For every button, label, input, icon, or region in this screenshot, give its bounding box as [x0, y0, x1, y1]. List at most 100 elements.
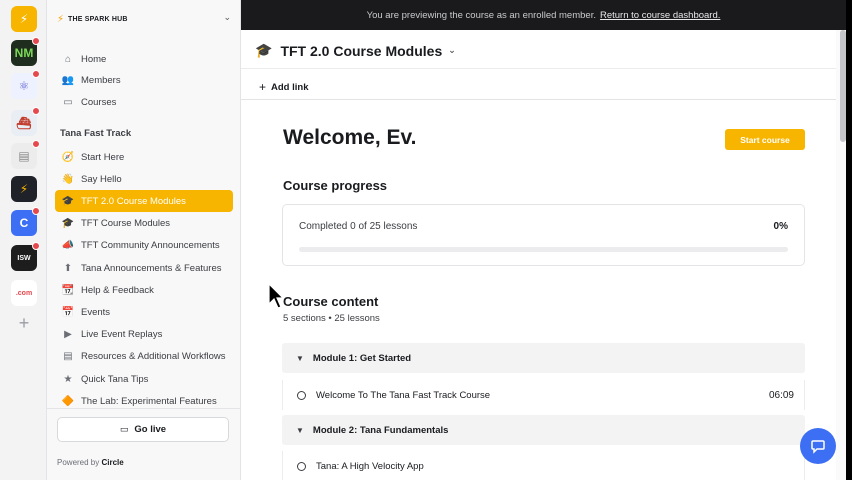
community-react-community[interactable]: ⚛	[11, 70, 40, 99]
sidebar-item-label: Tana Announcements & Features	[81, 262, 222, 274]
notification-dot	[32, 140, 40, 148]
space-title-text: TFT 2.0 Course Modules	[280, 42, 443, 59]
sidebar-space-item[interactable]: 🎓 TFT 2.0 Course Modules	[55, 190, 233, 213]
space-group-title[interactable]: Tana Fast Track	[60, 128, 131, 139]
community-icon: ISW	[17, 254, 31, 262]
community-ship-community[interactable]: ⛴	[11, 107, 40, 136]
sidebar-item-courses[interactable]: ▭ Courses	[55, 91, 233, 113]
graduation-cap-icon: 🎓	[255, 42, 273, 58]
community-icon: ⚛	[18, 79, 30, 93]
sidebar-space-item[interactable]: 👋 Say Hello	[55, 168, 233, 190]
space-icon: 📅	[61, 306, 75, 318]
progress-bar	[299, 247, 788, 252]
space-icon: ⬆	[63, 262, 73, 274]
sidebar-space-item[interactable]: ▶ Live Event Replays	[55, 324, 233, 346]
sidebar-item-label: Home	[81, 53, 107, 65]
divider	[47, 408, 241, 409]
bolt-icon: ⚡	[57, 13, 65, 25]
nav-icon: ▭	[63, 96, 73, 108]
sidebar-item-label: Say Hello	[81, 173, 122, 185]
community-c-community[interactable]: C	[11, 207, 40, 236]
space-icon: 🔶	[61, 395, 75, 407]
mouse-cursor-icon	[268, 283, 284, 309]
nav-icon: 👥	[61, 74, 75, 86]
sidebar-item-members[interactable]: 👥 Members	[55, 69, 233, 91]
sidebar-space-item[interactable]: ▤ Resources & Additional Workflows	[55, 346, 233, 368]
powered-by[interactable]: Powered by Circle	[57, 458, 124, 467]
chevron-down-icon[interactable]: ⌄	[223, 12, 231, 23]
community-bolt-community[interactable]: ⚡	[11, 176, 37, 202]
add-link-button[interactable]: + Add link	[259, 80, 309, 94]
preview-banner-text: You are previewing the course as an enro…	[366, 9, 596, 21]
community-com-community[interactable]: .com	[11, 280, 37, 306]
notification-dot	[32, 70, 40, 78]
community-brand[interactable]: ⚡ THE SPARK HUB ⌄	[57, 10, 233, 28]
community-isw-community[interactable]: ISW	[11, 242, 40, 271]
space-icon: 🎓	[61, 195, 75, 207]
sidebar-space-item[interactable]: 📣 TFT Community Announcements	[55, 235, 233, 257]
community-nm-community[interactable]: NM	[11, 37, 40, 66]
community-doc-community[interactable]: ▤	[11, 140, 40, 169]
space-icon: 📣	[61, 240, 75, 252]
go-live-button[interactable]: ▭ Go live	[57, 417, 229, 442]
preview-banner: You are previewing the course as an enro…	[241, 0, 846, 30]
lesson-row[interactable]: Welcome To The Tana Fast Track Course 06:…	[282, 380, 805, 410]
space-icon: ★	[63, 373, 73, 385]
notification-dot	[32, 242, 40, 250]
module-header[interactable]: ▼ Module 2: Tana Fundamentals	[282, 415, 805, 445]
community-icon: C	[19, 216, 29, 230]
progress-heading: Course progress	[283, 178, 388, 193]
welcome-heading: Welcome, Ev.	[283, 126, 417, 149]
start-course-button[interactable]: Start course	[725, 129, 805, 150]
add-link-label: Add link	[271, 81, 309, 93]
sidebar-space-item[interactable]: ⬆ Tana Announcements & Features	[55, 257, 233, 279]
community-name: THE SPARK HUB	[68, 15, 128, 23]
module-title: Module 1: Get Started	[312, 352, 412, 364]
space-icon: 👋	[61, 173, 75, 185]
course-content-summary: 5 sections • 25 lessons	[283, 313, 380, 324]
plus-icon: +	[259, 80, 267, 94]
notification-dot	[32, 207, 40, 215]
chevron-down-icon: ▼	[296, 425, 304, 435]
space-icon: 🎓	[61, 218, 75, 230]
community-icon: ⚡	[19, 182, 29, 196]
sidebar-space-item[interactable]: 📅 Events	[55, 301, 233, 323]
lesson-title: Welcome To The Tana Fast Track Course	[316, 389, 491, 401]
sidebar-space-item[interactable]: 🎓 TFT Course Modules	[55, 213, 233, 235]
sidebar-item-label: Help & Feedback	[81, 284, 154, 296]
sidebar-space-item[interactable]: ★ Quick Tana Tips	[55, 368, 233, 390]
go-live-label: Go live	[134, 424, 167, 435]
notification-dot	[32, 107, 40, 115]
sidebar-item-label: TFT Community Announcements	[81, 240, 220, 252]
sidebar-space-item[interactable]: 🧭 Start Here	[55, 146, 233, 168]
notification-dot	[32, 37, 40, 45]
community-icon: ⛴	[16, 116, 32, 130]
module-header[interactable]: ▼ Module 1: Get Started	[282, 343, 805, 373]
course-content-heading: Course content	[283, 294, 379, 309]
community-icon: NM	[14, 46, 34, 60]
space-title[interactable]: 🎓 TFT 2.0 Course Modules ⌄	[255, 42, 456, 59]
sidebar-item-label: Start Here	[81, 151, 125, 163]
module-title: Module 2: Tana Fundamentals	[312, 424, 449, 436]
community-spark-hub[interactable]: ⚡	[11, 6, 37, 32]
chevron-down-icon[interactable]: ⌄	[448, 45, 456, 56]
add-community-icon[interactable]: +	[15, 314, 33, 332]
space-icon: 🧭	[61, 151, 75, 163]
powered-prefix: Powered by	[57, 458, 100, 467]
return-to-dashboard-link[interactable]: Return to course dashboard.	[600, 10, 720, 21]
sidebar-item-label: Events	[81, 306, 111, 318]
chat-button[interactable]	[800, 428, 836, 464]
course-overview: Welcome, Ev. Start course Course progres…	[241, 100, 846, 480]
progress-percent: 0%	[773, 221, 788, 232]
progress-card: Completed 0 of 25 lessons 0%	[282, 204, 805, 266]
lesson-status-circle-icon	[297, 390, 306, 400]
sidebar-item-home[interactable]: ⌂ Home	[55, 48, 233, 70]
window-edge	[846, 0, 852, 480]
sidebar-space-item[interactable]: 📆 Help & Feedback	[55, 279, 233, 301]
space-icon: ▶	[64, 329, 72, 341]
community-icon: .com	[15, 289, 33, 297]
video-camera-icon: ▭	[119, 424, 129, 434]
divider	[241, 68, 846, 69]
sidebar-item-label: The Lab: Experimental Features	[81, 395, 217, 407]
lesson-row[interactable]: Tana: A High Velocity App	[282, 451, 805, 480]
